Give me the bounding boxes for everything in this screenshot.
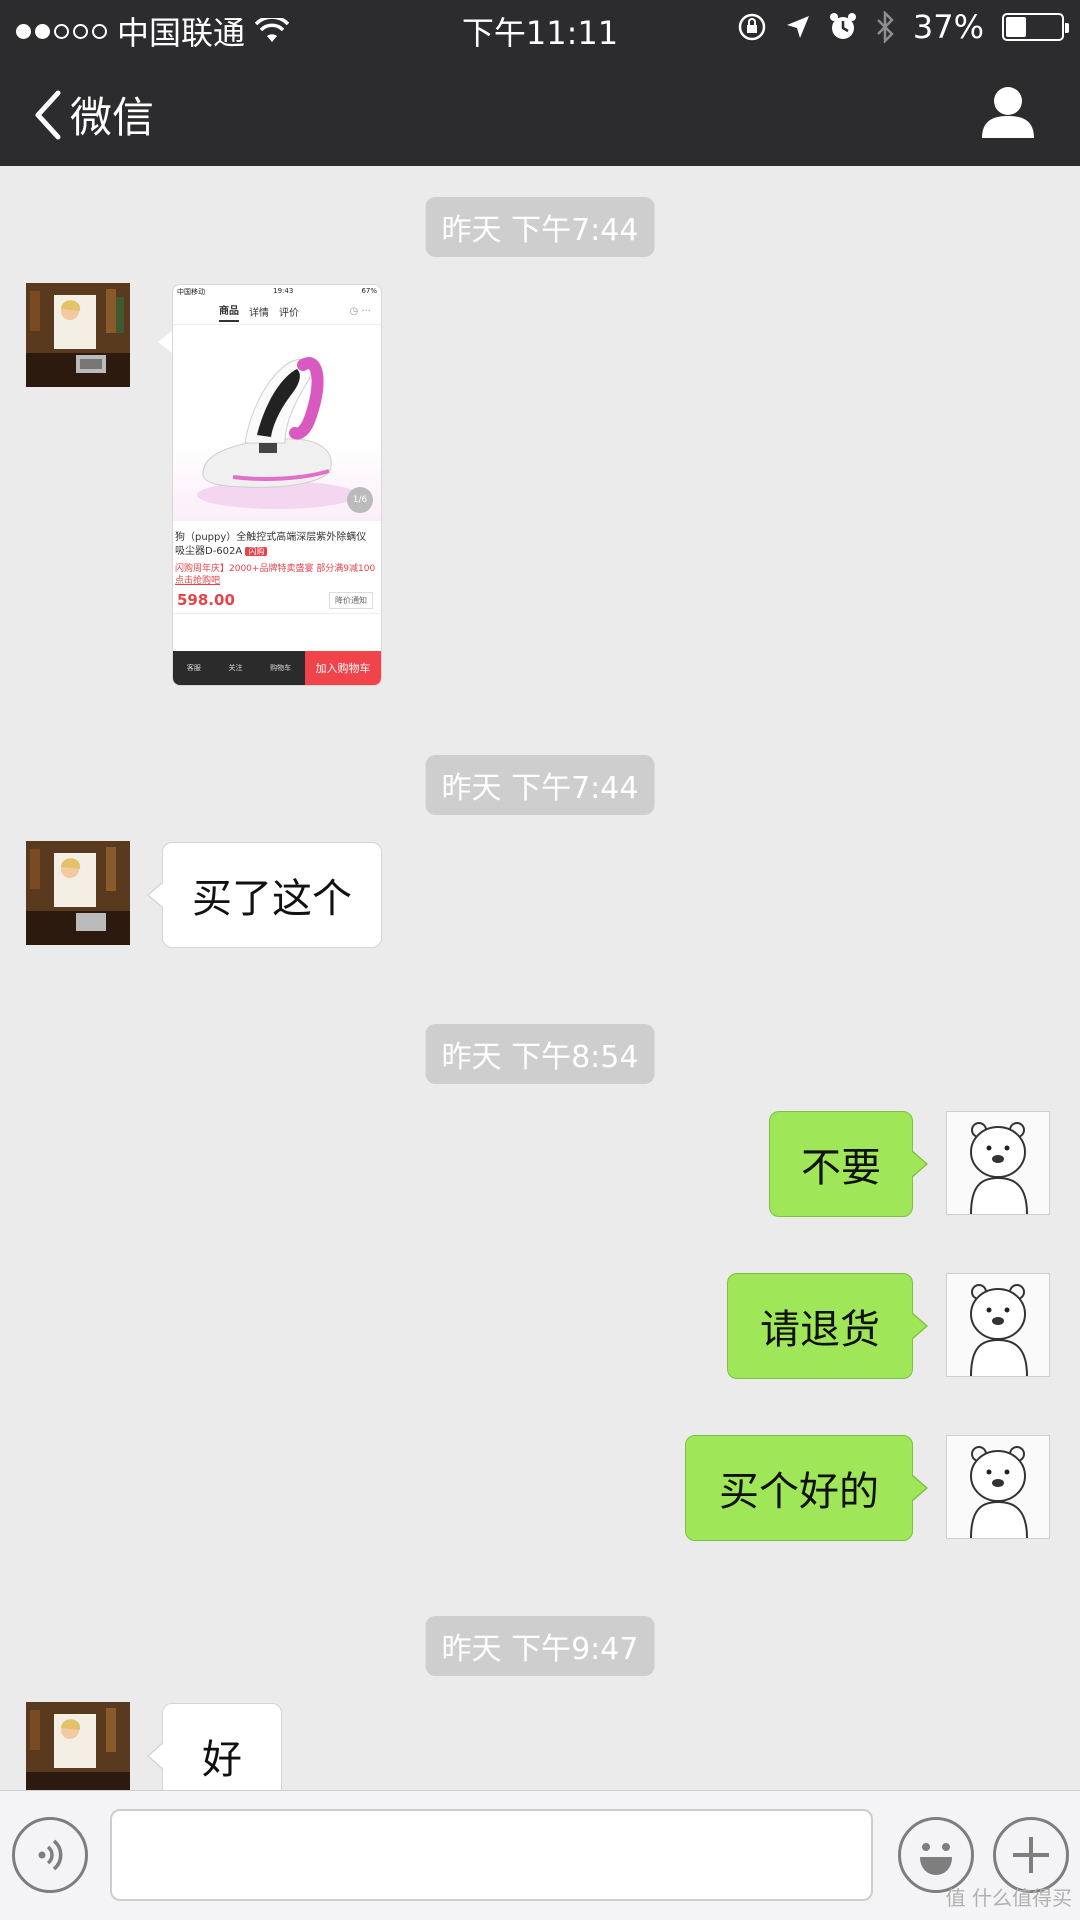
my-avatar[interactable]: [946, 1111, 1050, 1215]
product-title-text: 狗（puppy）全触控式高端深层紫外除螨仪吸尘器D-602A: [175, 532, 367, 557]
outgoing-message-bubble[interactable]: 不要: [769, 1111, 928, 1217]
follow-label: 关注: [228, 664, 243, 672]
chat-area[interactable]: 昨天 下午7:44 中国移动 19:43 67% 商品 详情 评价 ◷ ···: [0, 166, 1080, 1790]
product-bottom-bar: 客服 关注 购物车 加入购物车: [173, 651, 381, 685]
battery-percent: 37%: [912, 8, 984, 46]
location-icon: [786, 16, 809, 38]
bluetooth-icon: [876, 11, 894, 43]
message-input[interactable]: [110, 1809, 873, 1901]
mini-tab-goods: 商品: [219, 302, 239, 322]
message-timestamp: 昨天 下午8:54: [425, 1024, 655, 1084]
promo-link: 点击抢购吧: [175, 576, 221, 586]
mini-status-bar: 中国移动 19:43 67%: [173, 285, 381, 299]
service-label: 客服: [186, 664, 201, 672]
product-title: 狗（puppy）全触控式高端深层紫外除螨仪吸尘器D-602A 闪购: [173, 521, 381, 559]
watermark: 值 什么值得买: [945, 1886, 1072, 1910]
voice-button[interactable]: [12, 1817, 88, 1893]
nav-bar: 微信: [0, 56, 1080, 166]
cart-label: 购物车: [270, 664, 292, 672]
chevron-left-icon: [35, 90, 61, 139]
flash-sale-tag: 闪购: [245, 547, 268, 556]
outgoing-message-bubble[interactable]: 买个好的: [685, 1435, 928, 1541]
incoming-message-bubble[interactable]: 买了这个: [147, 842, 382, 948]
voice-icon: [38, 1839, 63, 1871]
promo-text: 闪购周年庆】2000+品牌特卖盛宴 部分满9减100: [175, 564, 376, 574]
alarm-icon: [829, 13, 856, 39]
mini-battery: 67%: [361, 287, 377, 295]
contact-avatar[interactable]: [26, 1702, 130, 1790]
message-timestamp: 昨天 下午9:47: [425, 1616, 655, 1676]
more-icon: ◷ ···: [349, 306, 371, 317]
rotation-lock-icon: [738, 13, 766, 41]
battery-icon: [1002, 13, 1069, 41]
mini-tab-review: 评价: [279, 308, 299, 319]
mini-carrier: 中国移动: [177, 288, 205, 296]
back-label: 微信: [70, 93, 155, 142]
person-icon[interactable]: [980, 84, 1036, 140]
price-notify: 降价通知: [329, 591, 373, 609]
page-indicator: 1/6: [347, 487, 373, 513]
plus-icon: [1013, 1837, 1049, 1873]
product-promo: 闪购周年庆】2000+品牌特卖盛宴 部分满9减100 点击抢购吧: [173, 559, 381, 587]
message-timestamp: 昨天 下午7:44: [425, 755, 655, 815]
contact-avatar[interactable]: [26, 841, 130, 945]
mini-tab-detail: 详情: [249, 308, 269, 319]
mini-tabs: 商品 详情 评价 ◷ ···: [173, 299, 381, 325]
vacuum-product-image: 1/6: [173, 325, 381, 521]
outgoing-message-bubble[interactable]: 请退货: [727, 1273, 928, 1379]
emoji-icon: [920, 1843, 952, 1875]
my-avatar[interactable]: [946, 1435, 1050, 1539]
back-button[interactable]: 微信: [30, 84, 154, 145]
mini-time: 19:43: [273, 287, 294, 295]
contact-avatar[interactable]: [26, 283, 130, 387]
input-bar: [0, 1790, 1080, 1920]
message-tail: [158, 330, 173, 354]
status-bar: 中国联通 下午11:11 37%: [0, 0, 1080, 56]
product-image-message[interactable]: 中国移动 19:43 67% 商品 详情 评价 ◷ ··· 1/6 狗（pupp…: [172, 284, 382, 686]
add-to-cart-label: 加入购物车: [305, 651, 381, 685]
my-avatar[interactable]: [946, 1273, 1050, 1377]
incoming-message-bubble[interactable]: 好: [147, 1703, 282, 1790]
price-row: 598.00 降价通知: [173, 587, 381, 614]
message-timestamp: 昨天 下午7:44: [425, 197, 655, 257]
product-price: 598.00: [177, 591, 235, 609]
